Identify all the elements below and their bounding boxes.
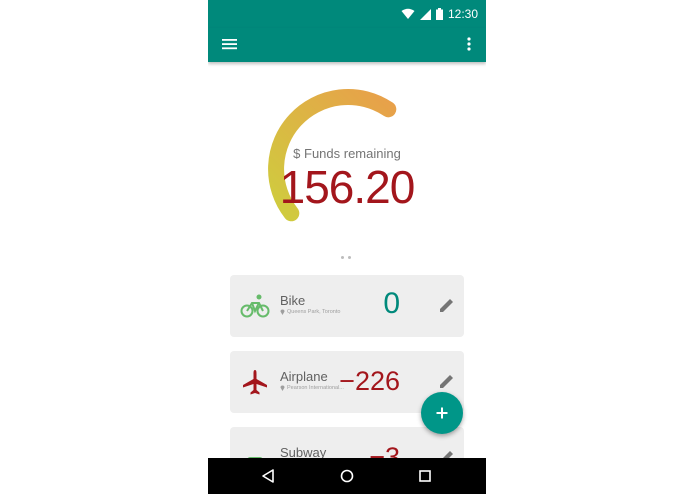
trip-amount: −226 [339,366,400,396]
home-icon [340,469,354,483]
edit-icon [440,299,453,312]
airplane-icon [243,370,267,395]
trip-title: Bike [280,293,306,308]
edit-icon [440,375,453,388]
funds-remaining-value: 156.20 [279,161,416,213]
trip-amount: 0 [383,287,400,320]
status-icons: 12:30 [401,6,478,22]
page-dot [348,256,351,259]
navigation-bar [208,458,486,494]
back-icon [262,469,274,483]
battery-icon [435,8,443,20]
recents-button[interactable] [417,468,433,484]
home-button[interactable] [339,468,355,484]
edit-button[interactable] [438,372,456,390]
overflow-menu-button[interactable] [462,34,476,54]
trip-location: Queens Park, Toronto [280,309,340,315]
menu-button[interactable] [220,34,240,54]
trip-location-text: Queens Park, Toronto [287,309,341,315]
trip-title: Airplane [280,369,328,384]
page-indicator [341,256,351,259]
status-time: 12:30 [447,7,478,21]
more-vert-icon [467,37,471,51]
add-trip-button[interactable] [421,392,463,434]
location-pin-icon [280,385,285,391]
trip-card-bike[interactable]: Bike Queens Park, Toronto 0 [230,275,464,337]
phone-screen: 12:30 $ Funds remaining 156.20 Bike Quee… [208,0,486,494]
signal-icon [419,8,431,20]
bike-icon [240,294,270,318]
status-bar: 12:30 [208,0,486,28]
page-dot [341,256,344,259]
funds-remaining-label: $ Funds remaining [293,146,401,161]
recents-icon [419,470,431,482]
back-button[interactable] [260,468,276,484]
trip-location-text: Pearson International... [287,385,344,391]
trip-location: Pearson International... [280,385,344,391]
wifi-icon [401,8,415,19]
menu-icon [222,39,237,50]
edit-button[interactable] [438,296,456,314]
add-icon [436,407,448,419]
app-bar [208,28,486,62]
location-pin-icon [280,309,285,315]
